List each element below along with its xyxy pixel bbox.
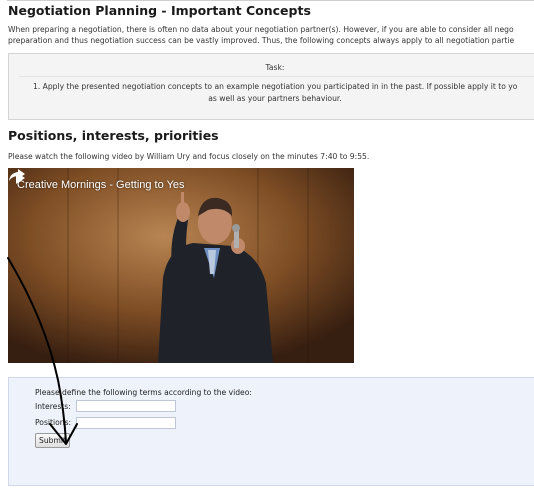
positions-input[interactable] bbox=[76, 417, 176, 429]
play-icon[interactable] bbox=[8, 168, 32, 188]
positions-label: Positions: bbox=[35, 418, 72, 427]
submit-button[interactable]: Submit bbox=[35, 433, 70, 448]
task-line-2: as well as your partners behaviour. bbox=[208, 94, 342, 103]
interests-input[interactable] bbox=[76, 400, 176, 412]
video-player[interactable]: Creative Mornings - Getting to Yes bbox=[8, 168, 354, 363]
video-thumbnail bbox=[8, 168, 354, 363]
intro-line-1: When preparing a negotiation, there is o… bbox=[8, 25, 514, 34]
intro-text: When preparing a negotiation, there is o… bbox=[8, 24, 534, 46]
page: Negotiation Planning - Important Concept… bbox=[0, 0, 534, 495]
interests-label: Interests: bbox=[35, 402, 71, 411]
definition-form: Please define the following terms accord… bbox=[8, 377, 534, 486]
page-title: Negotiation Planning - Important Concept… bbox=[8, 3, 311, 18]
task-line-1: 1. Apply the presented negotiation conce… bbox=[33, 82, 518, 91]
top-divider bbox=[7, 0, 534, 1]
intro-line-2: preparation and thus negotiation success… bbox=[8, 36, 515, 45]
task-box: Task: 1. Apply the presented negotiation… bbox=[8, 53, 534, 120]
task-label: Task: bbox=[265, 63, 285, 72]
video-title[interactable]: Creative Mornings - Getting to Yes bbox=[17, 179, 185, 191]
section-title: Positions, interests, priorities bbox=[8, 128, 219, 143]
section-text: Please watch the following video by Will… bbox=[8, 152, 370, 161]
form-instruction: Please define the following terms accord… bbox=[35, 388, 252, 397]
task-divider bbox=[19, 76, 534, 77]
